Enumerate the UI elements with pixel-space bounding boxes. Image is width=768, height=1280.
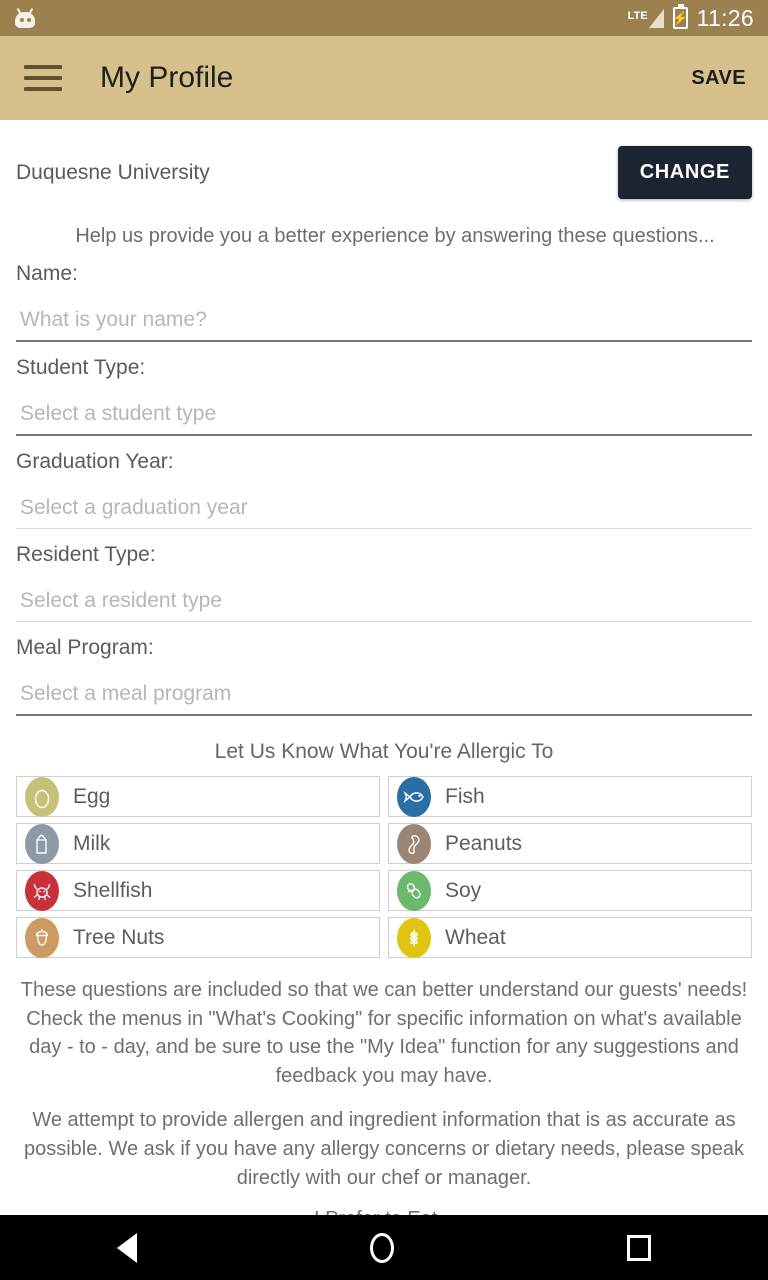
field-underline-resident-type: [16, 621, 752, 622]
field-label-resident-type: Resident Type:: [16, 543, 156, 566]
recents-square-icon[interactable]: [627, 1234, 652, 1261]
field-label-name: Name:: [16, 262, 78, 285]
graduation-year-select[interactable]: [16, 474, 752, 528]
allergy-item-shellfish[interactable]: Shellfish: [16, 870, 380, 911]
soybean-icon: [397, 870, 431, 911]
allergy-item-peanuts[interactable]: Peanuts: [388, 823, 752, 864]
app-bar: My Profile SAVE: [0, 36, 768, 120]
allergy-item-milk[interactable]: Milk: [16, 823, 380, 864]
allergy-item-fish[interactable]: Fish: [388, 776, 752, 817]
field-meal-program: Meal Program:: [16, 636, 752, 716]
content-scroll-area[interactable]: Duquesne University CHANGE Help us provi…: [0, 120, 768, 1215]
field-underline-student-type: [16, 434, 752, 436]
acorn-icon: [25, 917, 59, 958]
page-title: My Profile: [100, 61, 234, 94]
status-bar-right: LTE ⚡ 11:26: [627, 4, 754, 32]
name-input[interactable]: [16, 286, 752, 340]
change-school-button[interactable]: CHANGE: [617, 146, 752, 199]
field-underline-name: [16, 340, 752, 342]
home-circle-icon[interactable]: [369, 1232, 394, 1263]
allergy-label: Soy: [445, 878, 482, 902]
school-name: Duquesne University: [16, 160, 210, 184]
allergy-grid: Egg Fish Milk Peanuts Shellfish Soy Tree…: [16, 776, 752, 958]
fish-icon: [397, 776, 431, 817]
crab-icon: [25, 870, 59, 911]
meal-program-select[interactable]: [16, 660, 752, 714]
resident-type-select[interactable]: [16, 567, 752, 621]
hamburger-menu-icon[interactable]: [24, 65, 62, 91]
allergy-item-egg[interactable]: Egg: [16, 776, 380, 817]
milk-carton-icon: [25, 823, 59, 864]
wheat-icon: [397, 917, 431, 958]
help-text: Help us provide you a better experience …: [75, 225, 715, 247]
field-student-type: Student Type:: [16, 356, 752, 436]
school-row: Duquesne University CHANGE: [16, 120, 752, 199]
student-type-select[interactable]: [16, 380, 752, 434]
save-button[interactable]: SAVE: [691, 67, 746, 90]
signal-bars-icon: LTE: [627, 8, 664, 28]
field-label-graduation-year: Graduation Year:: [16, 450, 174, 473]
field-graduation-year: Graduation Year:: [16, 450, 752, 529]
status-bar: LTE ⚡ 11:26: [0, 0, 768, 36]
allergy-label: Wheat: [445, 925, 506, 949]
allergy-item-tree-nuts[interactable]: Tree Nuts: [16, 917, 380, 958]
peanut-icon: [397, 823, 431, 864]
allergy-label: Shellfish: [73, 878, 153, 902]
field-underline-meal-program: [16, 714, 752, 716]
profile-form: Duquesne University CHANGE Help us provi…: [0, 120, 768, 1215]
app-screen: LTE ⚡ 11:26 My Profile SAVE Duquesne Uni…: [0, 0, 768, 1280]
network-type-label: LTE: [627, 9, 648, 22]
field-label-meal-program: Meal Program:: [16, 636, 154, 659]
status-bar-clock: 11:26: [696, 4, 754, 31]
field-underline-graduation-year: [16, 528, 752, 529]
allergy-label: Fish: [445, 784, 485, 808]
status-bar-left: [14, 7, 628, 28]
allergy-label: Egg: [73, 784, 111, 808]
battery-charging-icon: ⚡: [672, 4, 688, 29]
field-resident-type: Resident Type:: [16, 543, 752, 622]
allergy-item-soy[interactable]: Soy: [388, 870, 752, 911]
allergy-section-title: Let Us Know What You're Allergic To: [214, 740, 554, 763]
note-paragraph-1: These questions are included so that we …: [20, 979, 748, 1087]
allergy-label: Milk: [73, 831, 111, 855]
egg-icon: [25, 776, 59, 817]
field-label-student-type: Student Type:: [16, 356, 146, 379]
note-paragraph-2: We attempt to provide allergen and ingre…: [23, 1109, 745, 1189]
allergy-label: Peanuts: [445, 831, 523, 855]
field-name: Name:: [16, 262, 752, 342]
prefer-to-eat-heading: I Prefer to Eat...: [16, 1208, 752, 1215]
back-triangle-icon[interactable]: [116, 1232, 137, 1263]
android-navigation-bar: [0, 1215, 768, 1280]
allergy-label: Tree Nuts: [73, 925, 165, 949]
allergy-item-wheat[interactable]: Wheat: [388, 917, 752, 958]
android-robot-icon: [14, 7, 36, 28]
